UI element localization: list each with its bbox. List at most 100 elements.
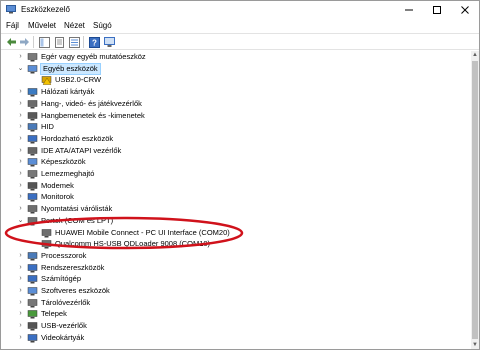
collapsed-chevron-icon[interactable]: › (17, 193, 24, 201)
title-bar: Eszközkezelő (1, 1, 479, 19)
collapsed-chevron-icon[interactable]: › (17, 53, 24, 61)
back-button[interactable] (5, 36, 17, 48)
tree-item[interactable]: › Egér vagy egyéb mutatóeszköz (1, 51, 471, 63)
toolbar: ? (1, 33, 479, 50)
tree-item-label: Hálózati kártyák (41, 87, 95, 97)
collapsed-chevron-icon[interactable]: › (17, 322, 24, 330)
collapsed-chevron-icon[interactable]: › (17, 287, 24, 295)
cpu-icon (27, 252, 38, 261)
collapsed-chevron-icon[interactable]: › (17, 147, 24, 155)
tree-item[interactable]: › Modemek (1, 180, 471, 192)
expanded-chevron-icon[interactable]: ⌄ (17, 217, 24, 225)
back-arrow-icon (6, 38, 16, 46)
software-icon (27, 287, 38, 296)
monitor-icon (27, 193, 38, 202)
tree-item-label: Monitorok (41, 192, 74, 202)
tree-item[interactable]: › Hang-, videó- és játékvezérlők (1, 98, 471, 110)
tree-item-label: Modemek (41, 180, 74, 190)
scroll-down-arrow-icon[interactable]: ▼ (471, 341, 479, 349)
disk-icon (27, 170, 38, 179)
tree-item-label: Rendszereszközök (41, 262, 105, 272)
properties-button[interactable] (53, 36, 65, 48)
minimize-button[interactable] (397, 1, 421, 19)
collapsed-chevron-icon[interactable]: › (17, 205, 24, 213)
tree-item[interactable]: › Szoftveres eszközök (1, 285, 471, 297)
tree-item[interactable]: › Nyomtatási várólisták (1, 203, 471, 215)
mouse-icon (27, 53, 38, 62)
tree-item[interactable]: › IDE ATA/ATAPI vezérlők (1, 145, 471, 157)
help-button[interactable]: ? (88, 36, 100, 48)
tree-item[interactable]: › USB-vezérlők (1, 320, 471, 332)
computer-icon (27, 275, 38, 284)
tree-item-label: Hordozható eszközök (41, 133, 114, 143)
collapsed-chevron-icon[interactable]: › (17, 334, 24, 342)
collapsed-chevron-icon[interactable]: › (17, 112, 24, 120)
tree-item[interactable]: › Telepek (1, 308, 471, 320)
audio-io-icon (27, 111, 38, 120)
collapsed-chevron-icon[interactable]: › (17, 310, 24, 318)
collapsed-chevron-icon[interactable]: › (17, 299, 24, 307)
menu-file[interactable]: Fájl (6, 21, 19, 30)
maximize-icon (433, 6, 441, 14)
tree-item[interactable]: Qualcomm HS-USB QDLoader 9008 (COM10) (1, 238, 471, 250)
sound-icon (27, 100, 38, 109)
tree-item-label: Egér vagy egyéb mutatóeszköz (41, 52, 146, 61)
scan-hardware-icon (103, 36, 115, 47)
tree-item[interactable]: › HID (1, 121, 471, 133)
close-button[interactable] (453, 1, 477, 19)
collapsed-chevron-icon[interactable]: › (17, 123, 24, 131)
tree-item-label: USB-vezérlők (41, 321, 87, 331)
collapsed-chevron-icon[interactable]: › (17, 275, 24, 283)
menu-view[interactable]: Nézet (64, 21, 85, 30)
show-hide-tree-button[interactable] (38, 36, 50, 48)
tree-item[interactable]: › Képeszközök (1, 156, 471, 168)
modem-icon (27, 181, 38, 191)
tree-item[interactable]: › Tárolóvezérlők (1, 297, 471, 309)
storage-icon (27, 298, 38, 308)
collapsed-chevron-icon[interactable]: › (17, 88, 24, 96)
tree-item-label: Számítógép (41, 274, 82, 284)
forward-button[interactable] (18, 36, 30, 48)
tree-item-label: Hang-, videó- és játékvezérlők (41, 98, 142, 108)
collapsed-chevron-icon[interactable]: › (17, 182, 24, 190)
list-icon (68, 36, 80, 48)
vertical-scrollbar[interactable]: ▲ ▼ (471, 51, 479, 349)
tree-item[interactable]: ⌄ Portok (COM és LPT) (1, 215, 471, 227)
tree-item[interactable]: › Hangbemenetek és -kimenetek (1, 110, 471, 122)
maximize-button[interactable] (425, 1, 449, 19)
ide-icon (27, 146, 38, 156)
forward-arrow-icon (19, 38, 29, 46)
tree-item[interactable]: › Rendszereszközök (1, 262, 471, 274)
collapsed-chevron-icon[interactable]: › (17, 252, 24, 260)
menu-action[interactable]: Művelet (28, 21, 56, 30)
tree-item[interactable]: › Számítógép (1, 273, 471, 285)
list-view-button[interactable] (68, 36, 80, 48)
unknown-device-icon (27, 64, 38, 74)
tree-item-label: Szoftveres eszközök (41, 286, 110, 295)
tree-item[interactable]: › Processzorok (1, 250, 471, 262)
port-device-icon (41, 228, 52, 237)
menu-help[interactable]: Súgó (93, 21, 112, 30)
tree-item-label: IDE ATA/ATAPI vezérlők (41, 145, 122, 155)
collapsed-chevron-icon[interactable]: › (17, 158, 24, 166)
tree-item[interactable]: › Videokártyák (1, 332, 471, 344)
tree-item-label: HID (41, 122, 54, 132)
collapsed-chevron-icon[interactable]: › (17, 100, 24, 108)
expanded-chevron-icon[interactable]: ⌄ (17, 65, 24, 73)
tree-item[interactable]: › Monitorok (1, 191, 471, 203)
tree-item[interactable]: › Hálózati kártyák (1, 86, 471, 98)
tree-item[interactable]: › Lemezmeghajtó (1, 168, 471, 180)
scan-hardware-button[interactable] (103, 36, 115, 48)
scroll-up-arrow-icon[interactable]: ▲ (471, 51, 479, 59)
help-icon: ? (88, 36, 100, 48)
system-icon (27, 263, 38, 273)
tree-item[interactable]: › Hordozható eszközök (1, 133, 471, 145)
collapsed-chevron-icon[interactable]: › (17, 170, 24, 178)
tree-item[interactable]: USB2.0-CRW (1, 74, 471, 86)
scroll-thumb[interactable] (472, 61, 478, 339)
tree-item[interactable]: ⌄ Egyéb eszközök (1, 62, 471, 75)
tree-item[interactable]: HUAWEI Mobile Connect - PC UI Interface … (1, 227, 471, 239)
collapsed-chevron-icon[interactable]: › (17, 135, 24, 143)
collapsed-chevron-icon[interactable]: › (17, 264, 24, 272)
device-manager-icon (6, 5, 16, 14)
